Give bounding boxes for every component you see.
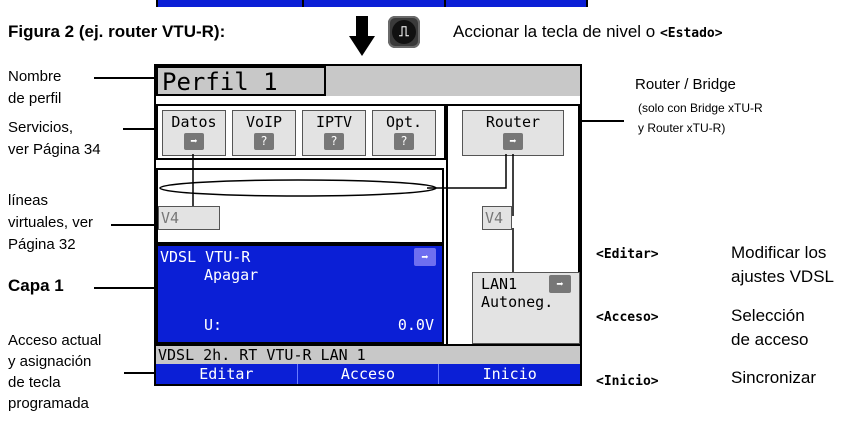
label-router-note: (solo con Bridge xTU-R y Router xTU-R) xyxy=(638,101,763,135)
vdsl-panel[interactable]: VDSL VTU-R ➡ Apagar U: 0.0V xyxy=(156,244,444,344)
previous-table-edge xyxy=(156,0,588,7)
softkey-home[interactable]: Inicio xyxy=(439,364,580,384)
desc-access: Selección de acceso xyxy=(731,306,809,349)
softkey-access[interactable]: Acceso xyxy=(298,364,440,384)
arrow-right-icon: ➡ xyxy=(414,248,436,266)
label-router-bridge: Router / Bridge xyxy=(635,76,736,93)
lan-label: LAN1 xyxy=(481,275,518,293)
key-access: <Acceso> xyxy=(596,310,659,325)
vdsl-u-value: 0.0V xyxy=(397,316,434,334)
instruction-text: Accionar la tecla de nivel o xyxy=(453,22,656,41)
level-key-icon: ⎍ xyxy=(388,16,420,48)
status-bar: VDSL 2h. RT VTU-R LAN 1 xyxy=(156,344,580,364)
key-home: <Inicio> xyxy=(596,374,659,389)
level-key-symbol: ⎍ xyxy=(392,20,416,44)
vdsl-title: VDSL VTU-R xyxy=(160,248,251,266)
v4-right[interactable]: V4 xyxy=(482,206,512,230)
label-current-access: Acceso actual y asignación de tecla prog… xyxy=(8,332,102,412)
lan-mode: Autoneg. xyxy=(481,293,554,311)
label-virtual-lines: líneas virtuales, ver Página 32 xyxy=(8,192,94,253)
softkey-bar: Editar Acceso Inicio xyxy=(156,364,580,384)
arrow-down-icon xyxy=(349,16,375,56)
arrow-right-icon: ➡ xyxy=(549,275,571,293)
softkey-edit[interactable]: Editar xyxy=(156,364,298,384)
label-profile-name: Nombre de perfil xyxy=(8,68,62,107)
v4-left[interactable]: V4 xyxy=(158,206,220,230)
desc-home: Sincronizar xyxy=(731,368,817,387)
instruction-key: <Estado> xyxy=(659,26,723,41)
key-edit: <Editar> xyxy=(596,247,659,262)
lan-box[interactable]: LAN1 ➡ Autoneg. xyxy=(472,272,580,344)
instruction: Accionar la tecla de nivel o <Estado> xyxy=(453,22,723,42)
desc-edit: Modificar los ajustes VDSL xyxy=(731,243,834,286)
label-layer1: Capa 1 xyxy=(8,276,64,295)
vdsl-u-label: U: xyxy=(204,316,223,334)
vdsl-state: Apagar xyxy=(204,266,259,284)
label-services: Servicios, ver Página 34 xyxy=(8,119,101,158)
device-screen: Perfil 1 Datos ➡ VoIP ? IPTV ? Opt. ? Ro… xyxy=(154,64,582,386)
figure-title: Figura 2 (ej. router VTU-R): xyxy=(8,22,226,41)
